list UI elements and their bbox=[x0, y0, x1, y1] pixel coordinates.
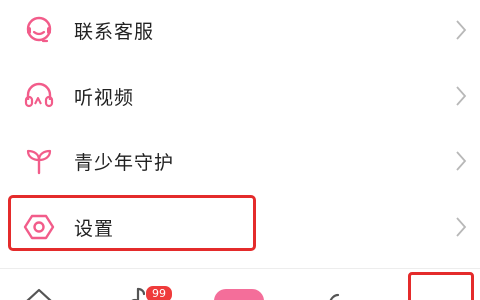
menu-item-customer-service[interactable]: 联系客服 bbox=[0, 2, 480, 58]
menu-item-teen-protection[interactable]: 青少年守护 bbox=[0, 133, 480, 189]
menu-item-label: 听视频 bbox=[74, 86, 135, 109]
chevron-right-icon bbox=[454, 149, 468, 173]
tab-highlight-frame bbox=[408, 272, 474, 300]
menu-item-label: 联系客服 bbox=[74, 20, 155, 43]
settings-highlight-frame bbox=[8, 195, 256, 251]
headset-icon bbox=[22, 13, 56, 47]
headphones-icon bbox=[22, 79, 56, 113]
sprout-icon bbox=[22, 144, 56, 178]
home-icon[interactable] bbox=[24, 286, 54, 300]
settings-menu-screen: 联系客服 听视频 青少年守护 设置 99 bbox=[0, 0, 480, 300]
chevron-right-icon bbox=[454, 84, 468, 108]
menu-item-label: 青少年守护 bbox=[74, 151, 175, 174]
menu-item-listen-video[interactable]: 听视频 bbox=[0, 68, 480, 124]
mine-icon[interactable] bbox=[326, 290, 350, 300]
center-tab-button[interactable] bbox=[214, 289, 264, 300]
chevron-right-icon bbox=[454, 215, 468, 239]
chevron-right-icon bbox=[454, 18, 468, 42]
notification-badge: 99 bbox=[145, 285, 173, 300]
